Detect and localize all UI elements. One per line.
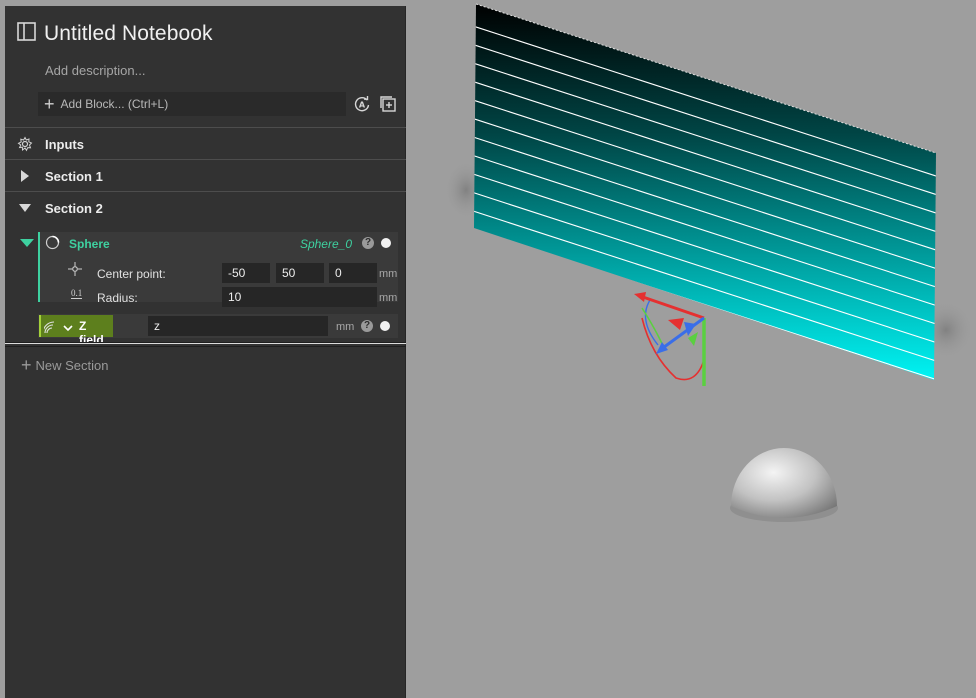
section-end-divider xyxy=(5,343,406,344)
collapse-arrow-icon[interactable] xyxy=(5,204,45,212)
new-section-label: New Section xyxy=(35,357,109,373)
auto-update-icon[interactable]: A xyxy=(353,95,371,113)
notebook-header: Untitled Notebook xyxy=(17,20,213,48)
section-2-label: Section 2 xyxy=(45,200,103,216)
divider xyxy=(5,159,406,160)
center-point-icon xyxy=(68,262,82,281)
plus-icon: + xyxy=(21,355,32,375)
add-page-icon[interactable] xyxy=(379,95,397,113)
chevron-down-icon[interactable] xyxy=(63,320,73,338)
notebook-title[interactable]: Untitled Notebook xyxy=(44,22,213,46)
center-y-input[interactable]: 50 xyxy=(276,263,324,283)
zfield-unit: mm xyxy=(336,321,355,333)
zfield-block: Z field z mm ? xyxy=(38,314,398,347)
notebook-panel: Untitled Notebook Add description... + A… xyxy=(5,6,406,698)
sphere-block-name: Sphere xyxy=(69,237,110,251)
3d-viewport[interactable] xyxy=(406,0,976,698)
add-block-label: Add Block... (Ctrl+L) xyxy=(60,97,169,111)
sphere-dome[interactable] xyxy=(730,448,838,522)
svg-text:A: A xyxy=(359,101,366,110)
divider xyxy=(5,127,406,128)
center-z-input[interactable]: 0 xyxy=(329,263,377,283)
sphere-block-header[interactable]: Sphere Sphere_0 ? xyxy=(40,232,398,254)
section-2-header[interactable]: Section 2 xyxy=(5,193,406,223)
app-window: Untitled Notebook Add description... + A… xyxy=(0,0,976,698)
section-1-header[interactable]: Section 1 xyxy=(5,161,406,191)
zfield-expression-input[interactable]: z xyxy=(148,316,328,336)
expand-arrow-icon[interactable] xyxy=(5,170,45,182)
help-icon[interactable]: ? xyxy=(362,237,374,249)
section-1-label: Section 1 xyxy=(45,168,103,184)
sphere-variable-name[interactable]: Sphere_0 xyxy=(300,237,352,251)
description-field[interactable]: Add description... xyxy=(45,63,145,78)
sphere-block: Sphere Sphere_0 ? Center point: -50 50 0… xyxy=(38,232,398,307)
panel-toggle-icon[interactable] xyxy=(17,22,36,46)
sphere-icon xyxy=(45,235,60,255)
plus-icon: + xyxy=(44,94,55,114)
block-collapse-icon[interactable] xyxy=(20,239,34,247)
center-point-label: Center point: xyxy=(97,267,166,281)
zfield-chip[interactable]: Z field xyxy=(39,315,113,347)
viewport-scene xyxy=(444,3,974,522)
inputs-icon xyxy=(5,136,45,152)
divider xyxy=(5,191,406,192)
radius-input[interactable]: 10 xyxy=(222,287,377,307)
inputs-row[interactable]: Inputs xyxy=(5,129,406,159)
transform-gizmo[interactable] xyxy=(634,292,706,386)
z-field-plane[interactable] xyxy=(466,3,946,383)
add-block-button[interactable]: + Add Block... (Ctrl+L) xyxy=(38,92,346,116)
radius-unit: mm xyxy=(379,292,398,304)
radius-label: Radius: xyxy=(97,291,138,305)
inputs-label: Inputs xyxy=(45,136,84,152)
field-wave-icon xyxy=(42,318,62,339)
center-unit: mm xyxy=(379,268,398,280)
new-section-button[interactable]: + New Section xyxy=(21,356,109,374)
radius-icon: 0.1 xyxy=(71,288,83,299)
center-x-input[interactable]: -50 xyxy=(222,263,270,283)
divider xyxy=(5,346,406,347)
visibility-dot-icon[interactable] xyxy=(381,238,391,248)
visibility-dot-icon[interactable] xyxy=(380,321,390,331)
help-icon[interactable]: ? xyxy=(361,320,373,332)
